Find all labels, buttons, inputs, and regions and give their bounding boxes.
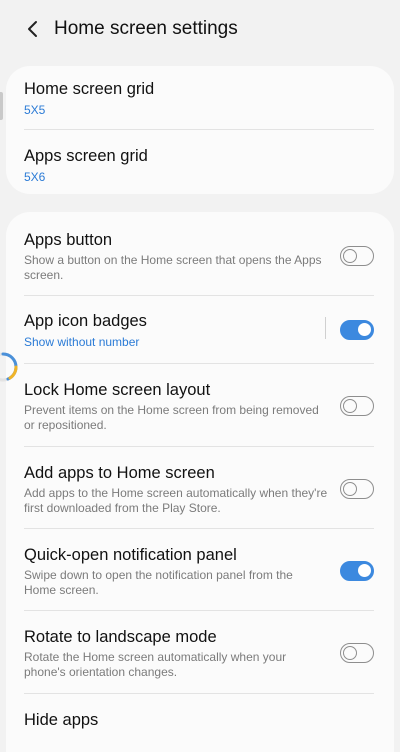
home-screen-grid-item[interactable]: Home screen grid 5X5 xyxy=(24,78,374,118)
home-screen-grid-title: Home screen grid xyxy=(24,80,155,98)
apps-button-toggle[interactable] xyxy=(340,246,374,266)
rotate-landscape-item[interactable]: Rotate to landscape mode Rotate the Home… xyxy=(24,625,374,681)
lock-layout-text: Lock Home screen layout Prevent items on… xyxy=(24,380,340,433)
app-icon-badges-toggle[interactable] xyxy=(340,320,374,340)
loading-spinner-icon xyxy=(0,352,18,382)
lock-layout-toggle[interactable] xyxy=(340,396,374,416)
page-title: Home screen settings xyxy=(54,18,238,39)
quick-open-subtitle: Swipe down to open the notification pane… xyxy=(24,567,293,597)
toggle-knob xyxy=(342,481,357,496)
back-button[interactable] xyxy=(18,14,48,44)
divider xyxy=(24,446,374,447)
home-screen-grid-text: Home screen grid 5X5 xyxy=(24,79,374,117)
divider xyxy=(24,363,374,364)
divider xyxy=(24,528,374,529)
quick-open-toggle[interactable] xyxy=(340,561,374,581)
apps-button-title: Apps button xyxy=(24,230,113,249)
app-icon-badges-value: Show without number xyxy=(24,335,140,349)
apps-screen-grid-item[interactable]: Apps screen grid 5X6 xyxy=(24,145,374,185)
quick-open-item[interactable]: Quick-open notification panel Swipe down… xyxy=(24,543,374,599)
app-bar: Home screen settings xyxy=(0,0,400,58)
quick-open-text: Quick-open notification panel Swipe down… xyxy=(24,545,340,598)
apps-screen-grid-text: Apps screen grid 5X6 xyxy=(24,146,374,184)
lock-layout-subtitle: Prevent items on the Home screen from be… xyxy=(24,402,319,432)
divider xyxy=(24,129,374,130)
rotate-landscape-toggle[interactable] xyxy=(340,643,374,663)
divider xyxy=(24,610,374,611)
toggle-knob xyxy=(357,322,372,337)
lock-layout-title: Lock Home screen layout xyxy=(24,380,211,399)
add-apps-item[interactable]: Add apps to Home screen Add apps to the … xyxy=(24,461,374,517)
add-apps-title: Add apps to Home screen xyxy=(24,463,215,482)
rotate-landscape-subtitle: Rotate the Home screen automatically whe… xyxy=(24,649,287,679)
divider xyxy=(24,693,374,694)
apps-button-subtitle: Show a button on the Home screen that op… xyxy=(24,252,322,282)
toggle-knob xyxy=(342,645,357,660)
add-apps-text: Add apps to Home screen Add apps to the … xyxy=(24,463,340,516)
lock-layout-item[interactable]: Lock Home screen layout Prevent items on… xyxy=(24,378,374,434)
add-apps-subtitle: Add apps to the Home screen automaticall… xyxy=(24,485,328,515)
chevron-left-icon xyxy=(28,21,37,37)
apps-screen-grid-title: Apps screen grid xyxy=(24,147,148,165)
hide-apps-title: Hide apps xyxy=(24,711,99,729)
rotate-landscape-text: Rotate to landscape mode Rotate the Home… xyxy=(24,627,340,680)
rotate-landscape-title: Rotate to landscape mode xyxy=(24,627,217,646)
grid-settings-card: Home screen grid 5X5 Apps screen grid 5X… xyxy=(6,66,394,194)
hide-apps-item[interactable]: Hide apps xyxy=(24,708,374,732)
app-icon-badges-text: App icon badges Show without number xyxy=(24,311,340,349)
apps-button-item[interactable]: Apps button Show a button on the Home sc… xyxy=(24,228,374,284)
toggle-knob xyxy=(342,398,357,413)
app-icon-badges-item[interactable]: App icon badges Show without number xyxy=(24,310,374,350)
home-settings-card: Apps button Show a button on the Home sc… xyxy=(6,212,394,752)
apps-screen-grid-value: 5X6 xyxy=(24,170,46,184)
add-apps-toggle[interactable] xyxy=(340,479,374,499)
apps-button-text: Apps button Show a button on the Home sc… xyxy=(24,230,340,283)
vertical-separator xyxy=(325,317,326,339)
home-screen-grid-value: 5X5 xyxy=(24,103,46,117)
app-icon-badges-title: App icon badges xyxy=(24,312,147,330)
quick-open-title: Quick-open notification panel xyxy=(24,545,237,564)
toggle-knob xyxy=(357,563,372,578)
toggle-knob xyxy=(342,248,357,263)
divider xyxy=(24,295,374,296)
hide-apps-text: Hide apps xyxy=(24,710,374,730)
edge-panel-handle[interactable] xyxy=(0,92,3,120)
